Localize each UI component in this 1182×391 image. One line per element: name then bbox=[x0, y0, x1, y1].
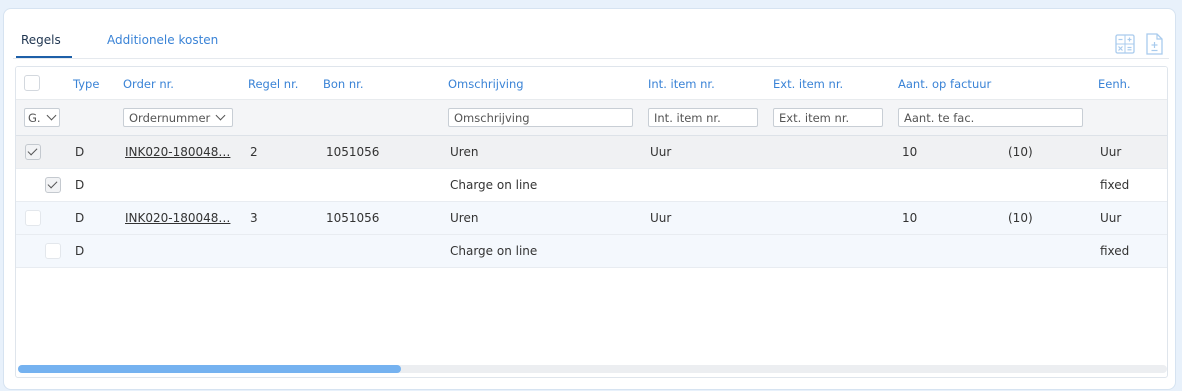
cell-eenh: fixed bbox=[1100, 178, 1130, 192]
column-header-eenh[interactable]: Eenh. bbox=[1098, 77, 1131, 91]
cell-aantal: 10 bbox=[902, 211, 918, 225]
cell-aantal: 10 bbox=[902, 145, 918, 159]
cell-eenh: fixed bbox=[1100, 244, 1130, 258]
cell-int-item-nr: Uur bbox=[650, 145, 672, 159]
order-number-link[interactable]: INK020-180048… bbox=[125, 145, 230, 159]
int-item-nr-filter-placeholder: Int. item nr. bbox=[654, 111, 721, 125]
aant-te-fac-filter-placeholder: Aant. te fac. bbox=[904, 111, 975, 125]
table-row[interactable]: D INK020-180048… 2 1051056 Uren Uur 10 (… bbox=[16, 136, 1167, 169]
chevron-down-icon bbox=[46, 110, 57, 121]
row-checkbox[interactable] bbox=[25, 144, 41, 160]
column-header-regel-nr[interactable]: Regel nr. bbox=[248, 77, 298, 91]
cell-regel-nr: 2 bbox=[250, 145, 258, 159]
omschrijving-filter-placeholder: Omschrijving bbox=[454, 111, 530, 125]
cell-int-item-nr: Uur bbox=[650, 211, 672, 225]
order-number-link[interactable]: INK020-180048… bbox=[125, 211, 230, 225]
cell-bon-nr: 1051056 bbox=[326, 211, 380, 225]
cell-type: D bbox=[75, 178, 85, 192]
ext-item-nr-filter-input[interactable]: Ext. item nr. bbox=[773, 108, 883, 127]
int-item-nr-filter-input[interactable]: Int. item nr. bbox=[648, 108, 758, 127]
tab-bar: Regels Additionele kosten bbox=[13, 23, 1169, 59]
grid-header-row: Type Order nr. Regel nr. Bon nr. Omschri… bbox=[16, 67, 1167, 99]
document-plus-minus-icon[interactable] bbox=[1143, 32, 1165, 56]
column-header-type[interactable]: Type bbox=[73, 77, 99, 91]
row-checkbox[interactable] bbox=[45, 177, 61, 193]
group-filter-select[interactable]: G. bbox=[24, 108, 60, 127]
cell-eenh: Uur bbox=[1100, 211, 1122, 225]
cell-type: D bbox=[75, 145, 85, 159]
active-tab-indicator bbox=[16, 56, 72, 58]
cell-eenh: Uur bbox=[1100, 145, 1122, 159]
column-header-ext-item-nr[interactable]: Ext. item nr. bbox=[773, 77, 843, 91]
table-row[interactable]: D INK020-180048… 3 1051056 Uren Uur 10 (… bbox=[16, 202, 1167, 235]
cell-bon-nr: 1051056 bbox=[326, 145, 380, 159]
horizontal-scrollbar[interactable] bbox=[18, 365, 1167, 373]
cell-omschrijving: Charge on line bbox=[450, 244, 538, 258]
table-row[interactable]: D Charge on line fixed bbox=[16, 235, 1167, 268]
aant-te-fac-filter-input[interactable]: Aant. te fac. bbox=[898, 108, 1083, 127]
ext-item-nr-filter-placeholder: Ext. item nr. bbox=[779, 111, 850, 125]
chevron-down-icon bbox=[215, 110, 226, 121]
row-checkbox[interactable] bbox=[25, 210, 41, 226]
cell-regel-nr: 3 bbox=[250, 211, 258, 225]
tab-regels[interactable]: Regels bbox=[21, 33, 61, 47]
column-header-int-item-nr[interactable]: Int. item nr. bbox=[648, 77, 715, 91]
cell-aantal-origineel: (10) bbox=[1008, 145, 1033, 159]
table-row[interactable]: D Charge on line fixed bbox=[16, 169, 1167, 202]
scrollbar-thumb[interactable] bbox=[18, 365, 401, 373]
invoice-lines-panel: Regels Additionele kosten Type Order nr.… bbox=[3, 8, 1176, 390]
grid-filter-row: G. Ordernummer Omschrijving Int. item nr… bbox=[16, 99, 1167, 136]
cell-omschrijving: Uren bbox=[450, 211, 479, 225]
cell-omschrijving: Charge on line bbox=[450, 178, 538, 192]
cell-aantal-origineel: (10) bbox=[1008, 211, 1033, 225]
cell-omschrijving: Uren bbox=[450, 145, 479, 159]
column-header-omschrijving[interactable]: Omschrijving bbox=[448, 77, 524, 91]
order-number-filter-select[interactable]: Ordernummer bbox=[123, 108, 233, 127]
invoice-lines-grid: Type Order nr. Regel nr. Bon nr. Omschri… bbox=[15, 66, 1168, 378]
group-filter-value: G. bbox=[28, 111, 41, 125]
select-all-checkbox[interactable] bbox=[24, 75, 40, 91]
omschrijving-filter-input[interactable]: Omschrijving bbox=[448, 108, 633, 127]
cell-type: D bbox=[75, 211, 85, 225]
column-header-aant-op-factuur[interactable]: Aant. op factuur bbox=[898, 77, 991, 91]
calculator-icon[interactable] bbox=[1114, 32, 1136, 56]
order-number-filter-value: Ordernummer bbox=[129, 111, 211, 125]
column-header-order-nr[interactable]: Order nr. bbox=[123, 77, 174, 91]
row-checkbox[interactable] bbox=[45, 243, 61, 259]
column-header-bon-nr[interactable]: Bon nr. bbox=[323, 77, 364, 91]
tab-additionele-kosten[interactable]: Additionele kosten bbox=[107, 33, 218, 47]
cell-type: D bbox=[75, 244, 85, 258]
